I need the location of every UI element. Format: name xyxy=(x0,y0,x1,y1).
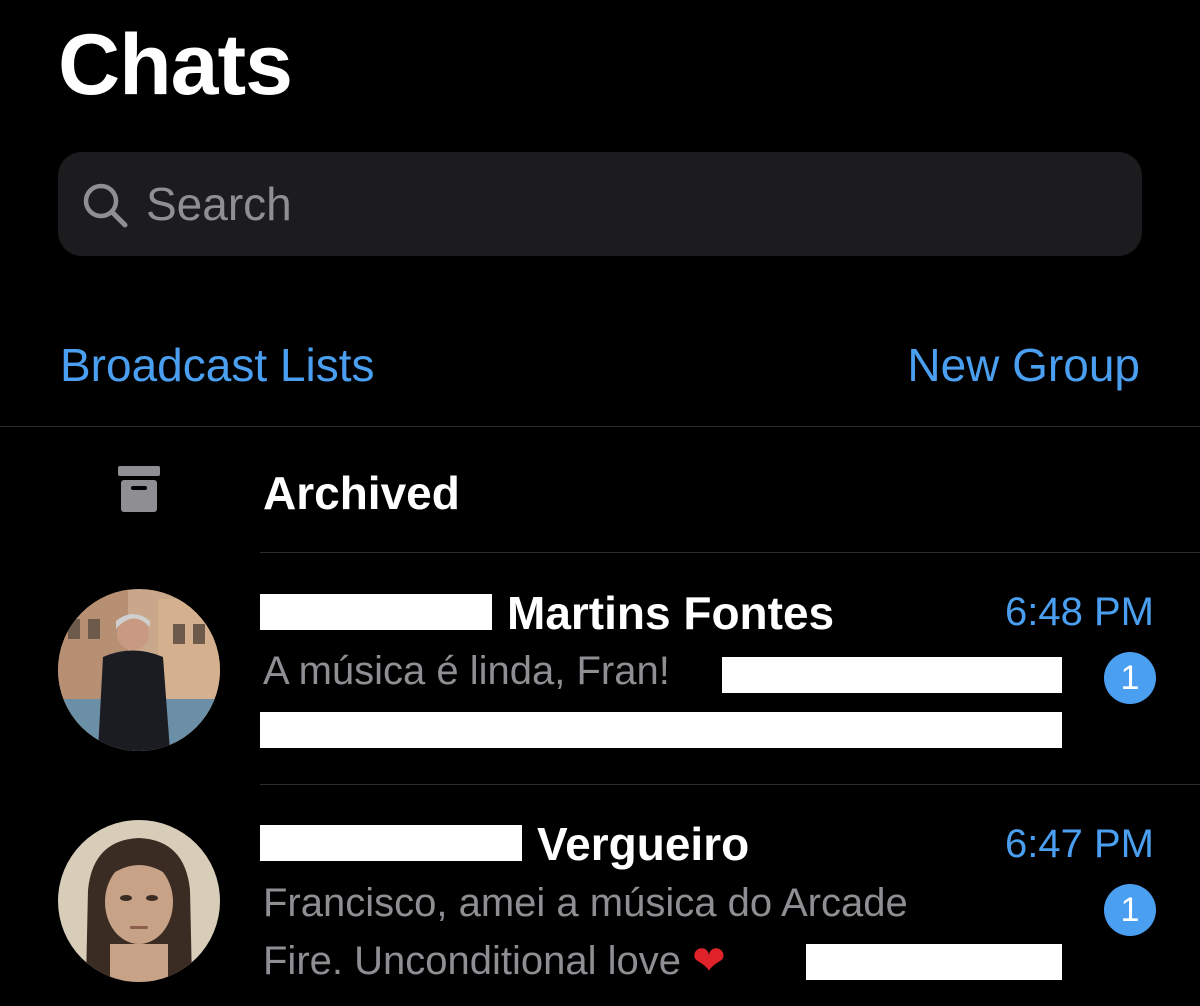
contact-name: Martins Fontes xyxy=(507,587,835,639)
unread-badge: 1 xyxy=(1104,884,1156,936)
divider xyxy=(260,784,1200,785)
search-bar[interactable] xyxy=(58,152,1142,256)
avatar xyxy=(58,820,220,982)
message-preview-line1: Francisco, amei a música do Arcade xyxy=(263,881,908,925)
divider xyxy=(260,552,1200,553)
redaction-bar xyxy=(806,944,1062,980)
chat-time: 6:47 PM xyxy=(1005,822,1154,866)
unread-badge: 1 xyxy=(1104,652,1156,704)
message-preview-text: Fire. Unconditional love xyxy=(263,939,681,983)
chat-time: 6:48 PM xyxy=(1005,590,1154,634)
new-group-link[interactable]: New Group xyxy=(907,338,1140,392)
archive-icon xyxy=(118,466,160,512)
message-preview-line1: A música é linda, Fran! xyxy=(263,649,670,693)
page-title: Chats xyxy=(58,17,293,113)
archived-label: Archived xyxy=(263,467,460,519)
divider xyxy=(0,426,1200,427)
contact-name: Vergueiro xyxy=(537,818,750,870)
archived-row[interactable] xyxy=(0,428,1200,552)
chats-screen: Chats Broadcast Lists New Group Archived xyxy=(0,0,1200,1006)
search-icon xyxy=(83,183,128,228)
heart-emoji: ❤ xyxy=(692,939,726,983)
redaction-bar xyxy=(260,712,1062,748)
search-input[interactable] xyxy=(146,152,1106,256)
redaction-bar xyxy=(722,657,1062,693)
message-preview-line2: Fire. Unconditional love ❤ xyxy=(263,932,726,990)
avatar xyxy=(58,589,220,751)
broadcast-lists-link[interactable]: Broadcast Lists xyxy=(60,338,374,392)
redaction-bar xyxy=(260,594,492,630)
redaction-bar xyxy=(260,825,522,861)
